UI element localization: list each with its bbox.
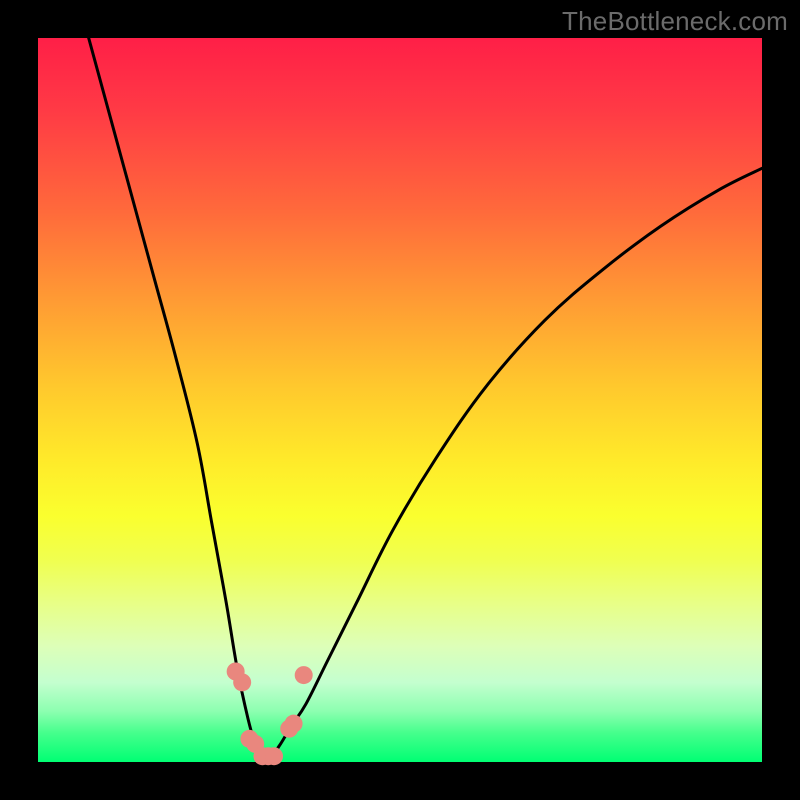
data-point <box>285 715 303 733</box>
bottleneck-curve <box>89 38 762 760</box>
data-point <box>233 673 251 691</box>
data-point <box>295 666 313 684</box>
chart-svg <box>38 38 762 762</box>
watermark-text: TheBottleneck.com <box>562 6 788 37</box>
chart-frame: TheBottleneck.com <box>0 0 800 800</box>
data-point <box>265 747 283 765</box>
plot-area <box>38 38 762 762</box>
